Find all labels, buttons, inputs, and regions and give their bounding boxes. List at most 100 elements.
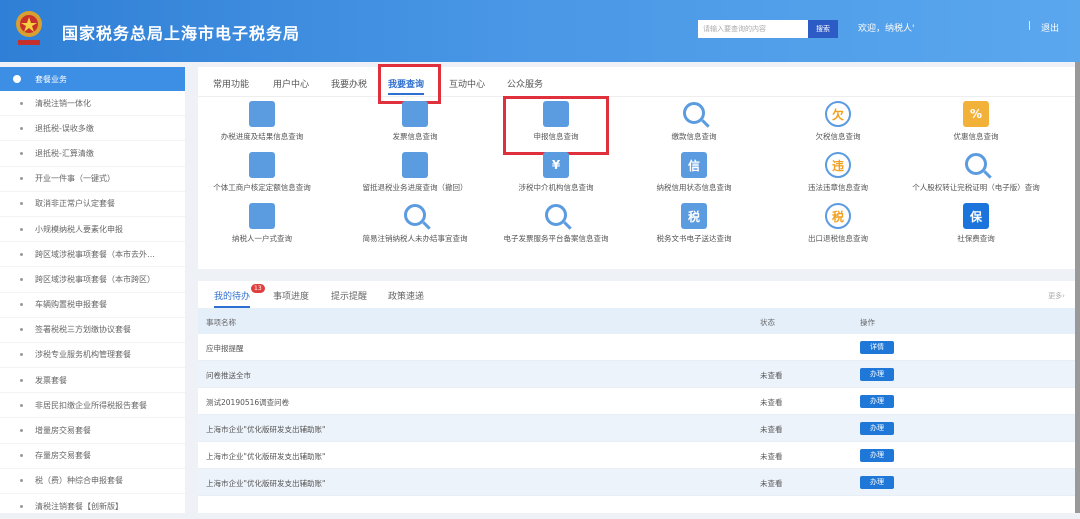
sidebar-item-label: 退抵税-汇算清缴 [35, 148, 94, 158]
todo-tab-2[interactable]: 提示提醒 [331, 289, 367, 302]
sidebar-item-label: 跨区域涉税事项套餐（本市去外… [35, 249, 155, 259]
sidebar-item[interactable]: 跨区域涉税事项套餐（本市去外… [0, 242, 185, 268]
sidebar-item[interactable]: 小规模纳税人要素化申报 [0, 217, 185, 243]
sidebar-item[interactable]: 车辆购置税申报套餐 [0, 293, 185, 318]
action-button[interactable]: 办理 [860, 449, 894, 462]
sidebar-item[interactable]: 清税注销一体化 [0, 91, 185, 117]
logout-link[interactable]: 退出 [1041, 21, 1059, 34]
query-item-label: 缴款信息查询 [671, 132, 717, 141]
bullet-icon [20, 353, 23, 357]
action-button[interactable]: 详情 [860, 341, 894, 354]
sidebar-item[interactable]: 签署税税三方划缴协议套餐 [0, 318, 185, 343]
action-button[interactable]: 办理 [860, 368, 894, 381]
row-status: 未查看 [760, 479, 783, 488]
todo-tab-1[interactable]: 事项进度 [273, 289, 309, 302]
sidebar-item[interactable]: 增量房交易套餐 [0, 418, 185, 444]
sidebar-item[interactable]: 退抵税-误收多缴 [0, 116, 185, 142]
query-item[interactable]: 保社保费查询 [906, 203, 1046, 244]
bullet-icon [20, 252, 23, 256]
sidebar-item[interactable]: 取消非正常户认定套餐 [0, 192, 185, 217]
query-item[interactable]: 留抵退税业务进度查询（撤回） [345, 152, 485, 193]
yuan-doc-icon: ¥ [543, 152, 569, 178]
tab-4[interactable]: 互动中心 [449, 77, 485, 90]
table-row: 上海市企业"优化版研发支出辅助账" 未查看 办理 [198, 442, 1075, 469]
sidebar-item[interactable]: 跨区域涉税事项套餐（本市跨区） [0, 267, 185, 293]
sidebar-item[interactable]: 非居民扣缴企业所得税报告套餐 [0, 393, 185, 419]
query-item[interactable]: % 优惠信息查询 [906, 101, 1046, 142]
bullet-icon [20, 227, 23, 231]
sidebar-item[interactable]: 退抵税-汇算清缴 [0, 141, 185, 167]
sidebar-item[interactable]: 税（费）种综合申报套餐 [0, 469, 185, 494]
row-name: 上海市企业"优化版研发支出辅助账" [206, 452, 326, 461]
welcome-text: 欢迎，纳税人' [858, 24, 915, 34]
query-item[interactable]: 信纳税信用状态信息查询 [624, 152, 764, 193]
query-item[interactable]: 电子发票服务平台备案信息查询 [486, 203, 626, 244]
credit-icon: 信 [681, 152, 707, 178]
query-item[interactable]: 简易注销纳税人未办结事宜查询 [345, 203, 485, 244]
bullet-icon [20, 504, 23, 508]
query-item-label: 违法违章信息查询 [808, 183, 868, 192]
query-item[interactable]: 缴款信息查询 [624, 101, 764, 142]
tab-5[interactable]: 公众服务 [507, 77, 543, 90]
todo-tab-0[interactable]: 我的待办 [214, 289, 251, 308]
scrollbar[interactable] [1075, 62, 1080, 513]
search-input[interactable]: 请输入要查询的内容 [698, 20, 808, 38]
query-item-label: 涉税中介机构信息查询 [518, 183, 594, 192]
sidebar-item[interactable]: 发票套餐 [0, 368, 185, 394]
tab-2[interactable]: 我要办税 [331, 77, 367, 90]
todo-tab-3[interactable]: 政策速递 [388, 289, 424, 302]
bullet-icon [20, 479, 23, 483]
query-item-label: 社保费查询 [957, 234, 995, 243]
bullet-icon [20, 101, 23, 105]
query-item[interactable]: 申报信息查询 [486, 101, 626, 142]
sidebar-item-package[interactable]: 套餐业务 [0, 67, 185, 91]
more-link[interactable]: 更多› [1048, 291, 1065, 301]
sidebar-item[interactable]: 存量房交易套餐 [0, 444, 185, 469]
main-tabs: 常用功能 用户中心 我要办税 我要查询 互动中心 公众服务 [198, 67, 1075, 97]
query-item[interactable]: ¥ 涉税中介机构信息查询 [486, 152, 626, 193]
sidebar-item[interactable]: 清税注销套餐【创新版】 [0, 494, 185, 519]
row-action-cell: 详情 [860, 341, 894, 354]
sidebar-item[interactable]: 开业一件事（一键式） [0, 167, 185, 192]
query-item-label: 优惠信息查询 [953, 132, 999, 141]
sidebar-item-label: 清税注销套餐【创新版】 [35, 501, 123, 511]
action-button[interactable]: 办理 [860, 395, 894, 408]
query-item[interactable]: 办税进度及结果信息查询 [192, 101, 332, 142]
query-item-label: 个体工商户核定定额信息查询 [213, 183, 311, 192]
bullet-icon [20, 202, 23, 206]
sidebar-item-label: 涉税专业服务机构管理套餐 [35, 350, 131, 360]
row-name: 上海市企业"优化版研发支出辅助账" [206, 479, 326, 488]
row-status: 未查看 [760, 425, 783, 434]
query-item[interactable]: 税出口退税信息查询 [768, 203, 908, 244]
query-item[interactable]: 个人股权转让完税证明（电子版）查询 [906, 152, 1046, 193]
package-icon [13, 75, 21, 83]
query-item[interactable]: 个体工商户核定定额信息查询 [192, 152, 332, 193]
sidebar-item-label: 税（费）种综合申报套餐 [35, 476, 123, 486]
sidebar-item[interactable]: 涉税专业服务机构管理套餐 [0, 343, 185, 369]
query-item[interactable]: 欠欠税信息查询 [768, 101, 908, 142]
search-button[interactable]: 搜索 [808, 20, 838, 38]
sidebar-item-label: 取消非正常户认定套餐 [35, 199, 115, 209]
row-name: 应申报提醒 [206, 344, 244, 353]
query-item[interactable]: 税税务文书电子送达查询 [624, 203, 764, 244]
action-button[interactable]: 办理 [860, 476, 894, 489]
query-item-label: 税务文书电子送达查询 [656, 234, 732, 243]
business-owner-icon [249, 152, 275, 178]
query-item-label: 电子发票服务平台备案信息查询 [503, 234, 609, 243]
table-row: 问卷推送全市 未查看 办理 [198, 361, 1075, 388]
row-name: 问卷推送全市 [206, 371, 251, 380]
tab-0[interactable]: 常用功能 [213, 77, 249, 90]
query-item[interactable]: 发票信息查询 [345, 101, 485, 142]
query-item-label: 申报信息查询 [533, 132, 579, 141]
query-item-label: 纳税人一户式查询 [232, 234, 292, 243]
row-status: 未查看 [760, 452, 783, 461]
query-item[interactable]: 纳税人一户式查询 [192, 203, 332, 244]
violation-icon: 违 [825, 152, 851, 178]
query-item-label: 出口退税信息查询 [808, 234, 868, 243]
action-button[interactable]: 办理 [860, 422, 894, 435]
query-item[interactable]: 违违法违章信息查询 [768, 152, 908, 193]
todo-panel: 我的待办 事项进度 提示提醒 政策速递 13 更多› 事项名称 状态 操作 应申报提醒… [198, 281, 1075, 513]
bullet-icon [20, 429, 23, 433]
tab-1[interactable]: 用户中心 [273, 77, 309, 90]
bullet-icon [20, 151, 23, 155]
